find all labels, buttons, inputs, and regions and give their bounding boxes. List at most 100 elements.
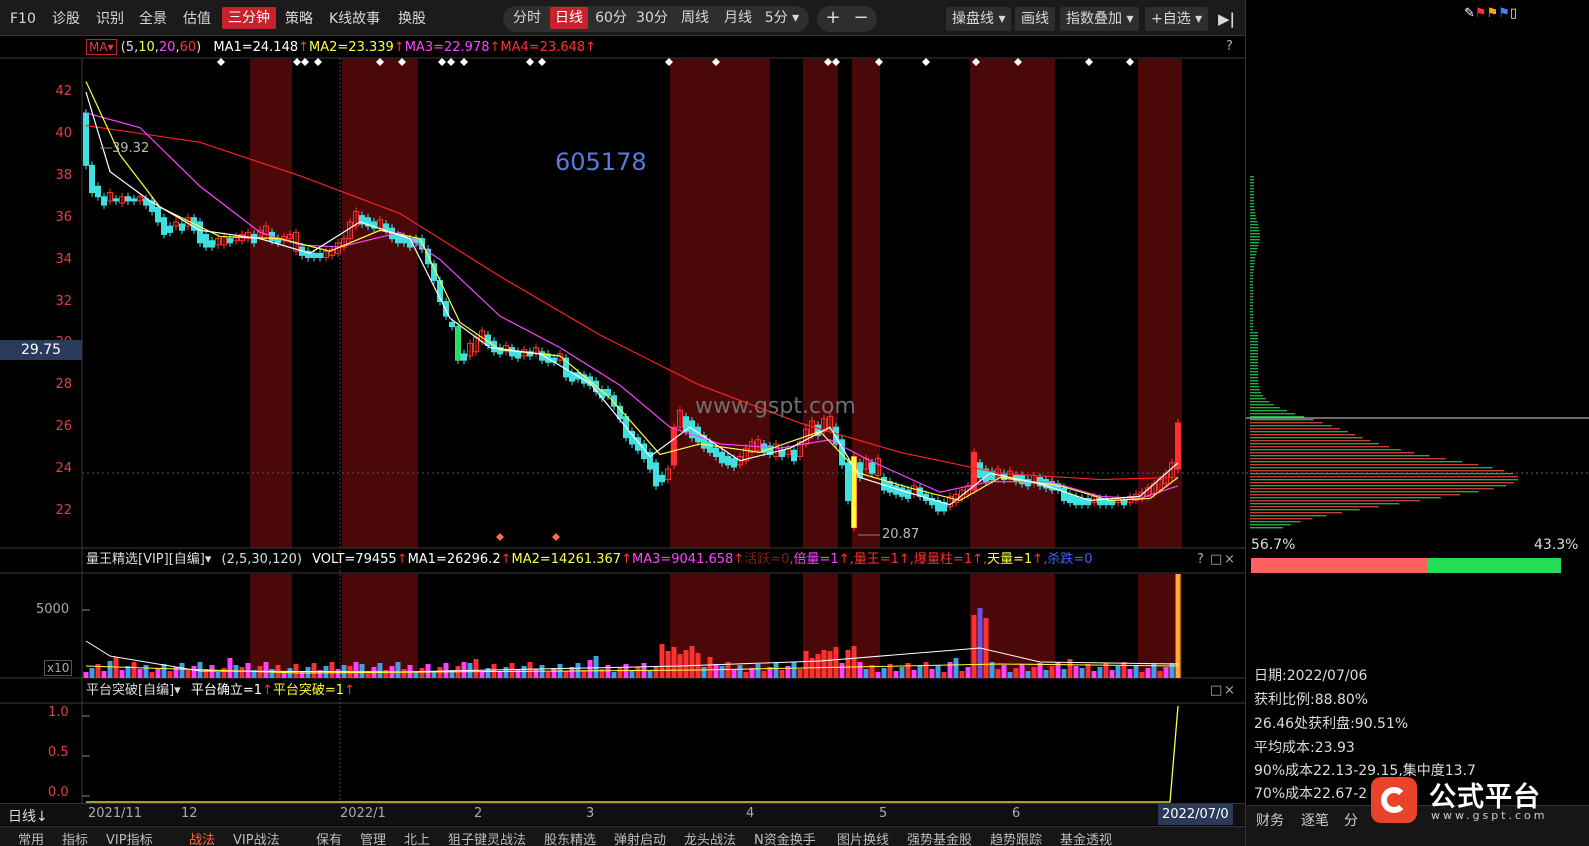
zoom-in-button[interactable]: + [822,7,844,29]
bottom-tab-9[interactable]: 股东精选 [544,829,596,846]
chip-bar [1250,359,1259,361]
tab-tick[interactable]: 逐笔 [1301,810,1329,830]
bottom-tab-12[interactable]: N资金换手 [754,829,816,846]
bottom-tab-2[interactable]: VIP指标 [106,829,153,846]
draw-line-button[interactable]: 画线 [1015,7,1055,31]
volume-bar [737,665,743,678]
toolbar-item-valuation[interactable]: 估值 [183,8,211,30]
volume-bar [1031,667,1037,678]
toolbar-item-strategy[interactable]: 策略 [285,8,313,30]
period-5min-dropdown[interactable]: 5分 ▾ [760,7,804,29]
bottom-tab-11[interactable]: 龙头战法 [684,829,736,846]
volume-indicator-name[interactable]: 量王精选[VIP][自编]▾ [86,552,211,567]
bottom-tab-13[interactable]: 图片换线 [837,829,889,846]
toolbar-item-panorama[interactable]: 全景 [139,8,167,30]
toolbar-item-identify[interactable]: 识别 [96,8,124,30]
price-tick: 26 [55,419,72,435]
volume-bar [941,672,947,678]
toolbar-item-three-minutes[interactable]: 三分钟 [222,7,276,29]
bottom-tab-6[interactable]: 管理 [360,829,386,846]
double-chevron-right-icon[interactable]: ▶| [1218,8,1235,30]
tab-finance[interactable]: 财务 [1256,810,1284,830]
bottom-tab-4[interactable]: VIP战法 [233,829,280,846]
candle [155,206,161,223]
zoom-out-button[interactable]: − [850,7,872,29]
chip-bar [1250,377,1259,379]
volume-maximize-icon[interactable]: □ [1210,550,1222,570]
x-label-2021-11: 2021/11 [88,806,143,821]
signal-candle [671,427,677,465]
tab-minute[interactable]: 分 [1344,810,1358,830]
chip-bar [1250,362,1259,364]
chip-bar [1250,305,1253,307]
volume-bar [461,662,467,678]
volume-bar [1133,665,1139,678]
chip-bar [1250,446,1390,448]
volume-bar [743,672,749,678]
volume-bar [311,663,317,678]
bottom-tab-1[interactable]: 指标 [62,829,88,846]
candle [899,487,905,497]
top-signal-diamond [447,58,455,66]
toolbar-item-switch-stock[interactable]: 换股 [398,8,426,30]
chip-bar [1250,323,1253,325]
bottom-tab-0[interactable]: 常用 [18,829,44,846]
candle [227,238,233,244]
index-overlay-dropdown[interactable]: 指数叠加 ▾ [1060,7,1140,31]
volume-bar [971,615,977,678]
chip-distribution-chart [1246,176,1589,529]
bottom-tab-14[interactable]: 强势基金股 [907,829,972,846]
volume-bar [119,670,125,678]
chip-bar [1250,248,1258,250]
top-signal-diamond [314,58,322,66]
period-label[interactable]: 日线↓ [8,806,48,826]
period-monthly[interactable]: 月线 [720,7,756,29]
period-30min[interactable]: 30分 [634,7,670,29]
chip-bar [1250,335,1258,337]
volume-help-icon[interactable]: ? [1197,550,1204,570]
trade-line-dropdown[interactable]: 操盘线 ▾ [946,7,1012,31]
chip-bar [1250,356,1259,358]
volume-bar [1127,669,1133,678]
high-price-label: 39.32 [112,141,150,156]
add-favorite-dropdown[interactable]: +自选 ▾ [1145,7,1209,31]
toolbar-item-f10[interactable]: F10 [10,8,36,30]
chip-bar [1250,338,1258,340]
period-weekly[interactable]: 周线 [677,7,713,29]
platform-maximize-icon[interactable]: □ [1210,681,1222,701]
chip-bar [1250,464,1479,466]
candle [695,426,701,443]
period-timeshare[interactable]: 分时 [510,7,544,29]
volume-bar [923,662,929,678]
bottom-tab-3[interactable]: 战法 [189,829,215,846]
candle [653,462,659,487]
candle [1073,495,1079,506]
price-tick: 28 [55,377,72,393]
volume-bar [821,650,827,678]
bottom-tab-7[interactable]: 北上 [404,829,430,846]
candle [1109,500,1115,506]
toolbar-item-diagnose[interactable]: 诊股 [52,8,80,30]
candle [275,238,281,244]
bottom-tab-10[interactable]: 弹射启动 [614,829,666,846]
platform-close-icon[interactable]: × [1224,681,1235,701]
bottom-tab-8[interactable]: 狙子键灵战法 [448,829,526,846]
volume-bar [917,666,923,678]
chip-bar [1250,242,1260,244]
chip-bar [1250,491,1479,493]
bottom-tab-5[interactable]: 保有 [316,829,342,846]
volume-bar [179,663,185,678]
chip-bar [1250,440,1371,442]
platform-indicator-name[interactable]: 平台突破[自编]▾ [86,683,181,698]
toolbar-item-kline-story[interactable]: K线故事 [329,8,380,30]
volume-close-icon[interactable]: × [1224,550,1235,570]
volume-bar [521,666,527,678]
period-daily[interactable]: 日线 [550,7,588,29]
bottom-tab-15[interactable]: 趋势跟踪 [990,829,1042,846]
period-60min[interactable]: 60分 [593,7,629,29]
top-toolbar: F10 诊股 识别 全景 估值 三分钟 策略 K线故事 换股 分时 日线 60分… [0,0,1245,36]
volume-bar [911,670,917,678]
candle [731,458,737,468]
bottom-tab-16[interactable]: 基金透视 [1060,829,1112,846]
chip-bar [1250,521,1301,523]
